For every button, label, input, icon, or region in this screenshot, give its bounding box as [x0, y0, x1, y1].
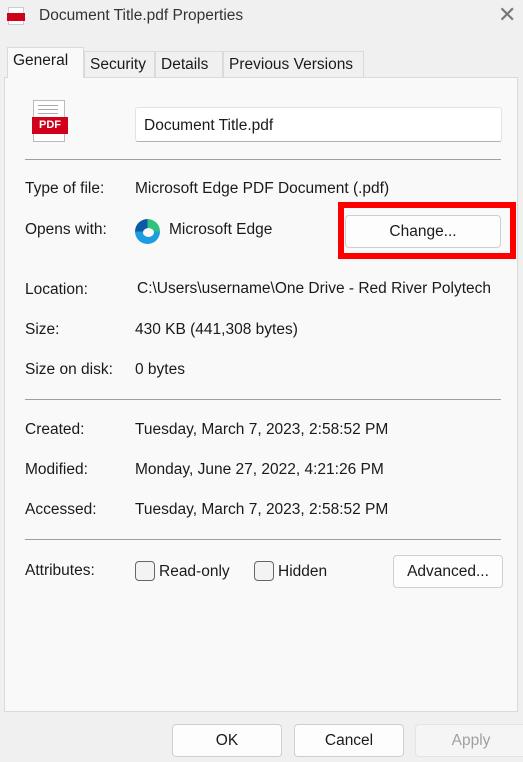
divider: [25, 399, 501, 400]
tab-previous-versions[interactable]: Previous Versions: [223, 51, 364, 77]
accessed-value: Tuesday, March 7, 2023, 2:58:52 PM: [135, 501, 389, 518]
read-only-label[interactable]: Read-only: [159, 563, 230, 581]
attributes-label: Attributes:: [25, 562, 95, 579]
hidden-checkbox[interactable]: [254, 561, 274, 581]
file-name-input[interactable]: Document Title.pdf: [135, 107, 502, 142]
close-icon[interactable]: ✕: [498, 2, 516, 28]
read-only-checkbox[interactable]: [135, 561, 155, 581]
modified-value: Monday, June 27, 2022, 4:21:26 PM: [135, 461, 384, 478]
hidden-label[interactable]: Hidden: [278, 563, 327, 581]
opens-with-label: Opens with:: [25, 221, 107, 238]
edge-icon: [135, 219, 160, 244]
window-title: Document Title.pdf Properties: [39, 7, 244, 24]
apply-button[interactable]: Apply: [415, 724, 523, 757]
opens-with-value: Microsoft Edge: [169, 221, 273, 238]
accessed-label: Accessed:: [25, 501, 97, 518]
tab-security[interactable]: Security: [84, 51, 155, 77]
location-value: C:\Users\username\One Drive - Red River …: [137, 280, 492, 297]
tab-details[interactable]: Details: [155, 51, 223, 77]
cancel-button[interactable]: Cancel: [294, 724, 404, 757]
size-on-disk-label: Size on disk:: [25, 361, 113, 378]
ok-button[interactable]: OK: [172, 724, 282, 757]
type-value: Microsoft Edge PDF Document (.pdf): [135, 180, 390, 197]
size-label: Size:: [25, 321, 60, 338]
title-pdf-icon: [7, 7, 25, 25]
divider: [25, 539, 501, 540]
divider: [25, 159, 501, 160]
change-button[interactable]: Change...: [345, 215, 501, 248]
modified-label: Modified:: [25, 461, 88, 478]
pdf-file-icon: PDF: [32, 100, 68, 142]
location-label: Location:: [25, 281, 88, 298]
size-on-disk-value: 0 bytes: [135, 361, 185, 378]
created-label: Created:: [25, 421, 85, 438]
tab-general[interactable]: General: [7, 47, 84, 78]
general-panel: [4, 77, 518, 712]
type-label: Type of file:: [25, 180, 105, 197]
created-value: Tuesday, March 7, 2023, 2:58:52 PM: [135, 421, 389, 438]
size-value: 430 KB (441,308 bytes): [135, 321, 298, 338]
advanced-button[interactable]: Advanced...: [393, 555, 503, 588]
